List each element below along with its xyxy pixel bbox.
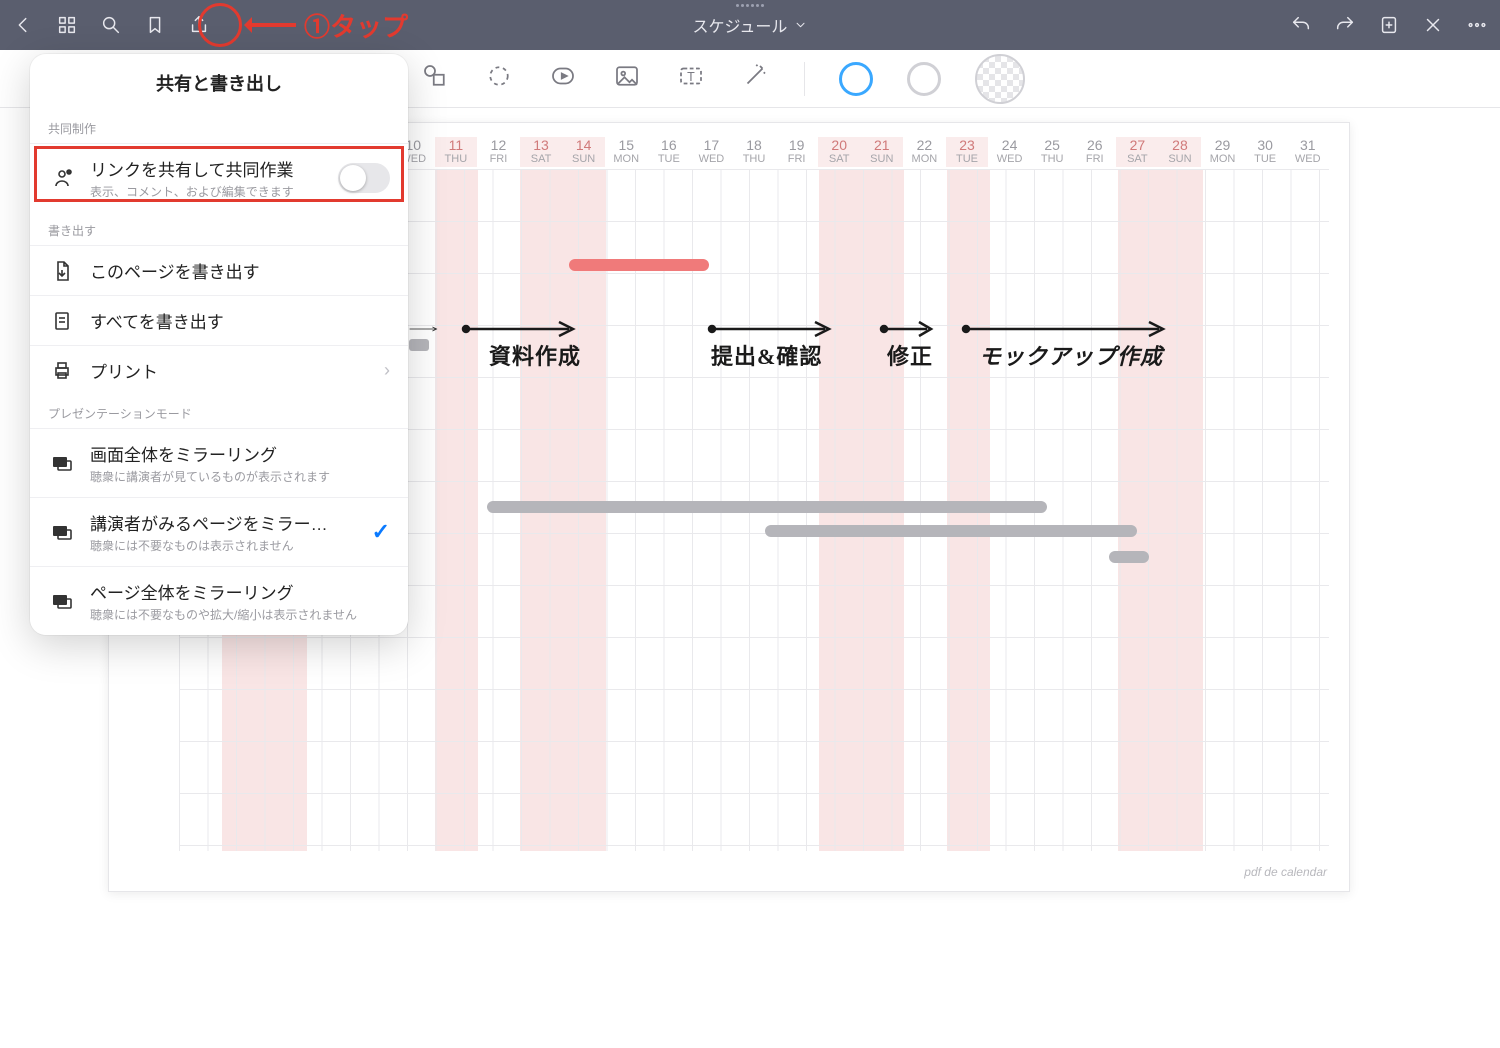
calendar-day-header: 29MON [1201,137,1244,167]
checkmark-icon: ✓ [372,519,390,545]
row-mirror-full[interactable]: 画面全体をミラーリング 聴衆に講演者が見ているものが表示されます [30,428,408,497]
shapes-tool-icon[interactable] [420,61,450,96]
gantt-bar [569,259,709,271]
undo-icon[interactable] [1290,14,1312,36]
mirror-page-icon [48,589,76,613]
calendar-day-header: 21SUN [861,137,904,167]
share-export-popover: 共有と書き出し 共同制作 リンクを共有して共同作業 表示、コメント、および編集で… [30,54,408,635]
sticker-tool-icon[interactable] [548,61,578,96]
gantt-bar [765,525,1137,537]
redo-icon[interactable] [1334,14,1356,36]
calendar-day-header: 31WED [1286,137,1329,167]
add-page-icon[interactable] [1378,14,1400,36]
calendar-day-header: 19FRI [775,137,818,167]
svg-text:T: T [687,70,695,84]
hand-label: 資料作成 [489,339,581,371]
toolbar-divider [804,62,805,96]
grid-view-icon[interactable] [56,14,78,36]
calendar-day-header: 16TUE [648,137,691,167]
hand-label: 修正 [887,339,933,371]
calendar-day-header: 23TUE [946,137,989,167]
close-icon[interactable] [1422,14,1444,36]
mirror-presenter-icon [48,520,76,544]
chevron-right-icon: › [384,360,390,381]
export-all-icon [48,309,76,333]
row-export-all[interactable]: すべてを書き出す [30,295,408,345]
hand-label: モックアップ作成 [979,339,1163,371]
search-icon[interactable] [100,14,122,36]
calendar-day-header: 25THU [1031,137,1074,167]
color-swatch-blue[interactable] [839,62,873,96]
row-print[interactable]: プリント › [30,345,408,395]
calendar-day-header: 27SAT [1116,137,1159,167]
image-tool-icon[interactable] [612,61,642,96]
color-swatch-gray[interactable] [907,62,941,96]
mirror-full-icon [48,451,76,475]
color-swatch-transparent[interactable] [975,54,1025,104]
calendar-day-header: 28SUN [1159,137,1202,167]
calendar-day-header: 15MON [605,137,648,167]
calendar-day-header: 13SAT [520,137,563,167]
row-share-link[interactable]: リンクを共有して共同作業 表示、コメント、および編集できます [30,143,408,212]
document-title-text: スケジュール [693,13,788,37]
annotation-step1: ①タップ [246,8,408,42]
calendar-day-header: 22MON [903,137,946,167]
chevron-down-icon [793,18,807,32]
hand-arrow [707,319,837,341]
share-icon[interactable] [188,14,210,36]
lasso-tool-icon[interactable] [484,61,514,96]
section-label-export: 書き出す [30,212,408,245]
back-icon[interactable] [12,14,34,36]
print-icon [48,359,76,383]
export-page-icon [48,259,76,283]
share-link-toggle[interactable] [338,163,390,193]
section-label-collab: 共同制作 [30,110,408,143]
hand-label: 提出&確認 [711,339,822,371]
calendar-day-header: 18THU [733,137,776,167]
drag-handle-icon [736,4,764,7]
text-tool-icon[interactable]: T [676,61,706,96]
row-share-link-subtitle: 表示、コメント、および編集できます [90,183,324,200]
calendar-day-header: 26FRI [1073,137,1116,167]
calendar-day-header: 17WED [690,137,733,167]
row-mirror-page[interactable]: ページ全体をミラーリング 聴衆には不要なものや拡大/縮小は表示されません [30,566,408,635]
hand-arrow [879,319,939,341]
footer-brand: pdf de calendar [1244,865,1327,879]
gantt-bar [1109,551,1149,563]
top-navbar: スケジュール [0,0,1500,50]
document-title[interactable]: スケジュール [693,13,808,37]
calendar-day-header: 12FRI [477,137,520,167]
popover-title: 共有と書き出し [30,54,408,110]
calendar-day-header: 20SAT [818,137,861,167]
section-label-presentation: プレゼンテーションモード [30,395,408,428]
row-share-link-title: リンクを共有して共同作業 [90,156,324,181]
calendar-day-header: 14SUN [562,137,605,167]
calendar-day-header: 11THU [435,137,478,167]
row-export-page[interactable]: このページを書き出す [30,245,408,295]
calendar-day-header: 30TUE [1244,137,1287,167]
magic-tool-icon[interactable] [740,61,770,96]
calendar-day-header: 24WED [988,137,1031,167]
hand-arrow [409,319,439,341]
gantt-bar [487,501,1047,513]
more-icon[interactable] [1466,14,1488,36]
bookmark-icon[interactable] [144,14,166,36]
person-add-icon [48,166,76,190]
row-mirror-presenter[interactable]: 講演者がみるページをミラー… 聴衆には不要なものは表示されません ✓ [30,497,408,566]
hand-arrow [961,319,1171,341]
hand-arrow [461,319,581,341]
